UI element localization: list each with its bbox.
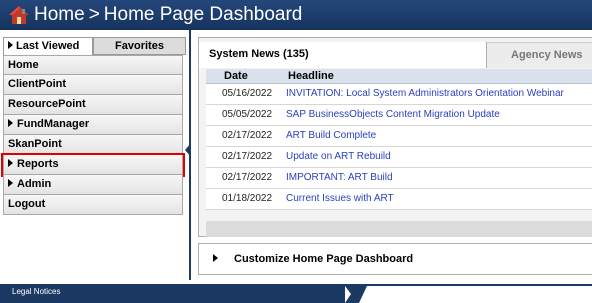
news-date: 02/17/2022 <box>206 146 284 168</box>
sidebar-item-admin[interactable]: Admin <box>3 175 183 195</box>
home-icon[interactable] <box>8 5 30 25</box>
column-header-headline[interactable]: Headline <box>284 69 592 84</box>
table-row: 02/17/2022 Update on ART Rebuild <box>206 146 592 168</box>
sidebar-item-home[interactable]: Home <box>3 55 183 75</box>
table-header-row: Date Headline <box>206 69 592 84</box>
tab-agency-news[interactable]: Agency News (2) <box>487 42 592 85</box>
news-headline-link[interactable]: ART Build Complete <box>284 125 592 147</box>
news-headline-link[interactable]: INVITATION: Local System Administrators … <box>284 83 592 105</box>
sidebar-item-label: FundManager <box>17 118 90 130</box>
expand-arrow-icon <box>8 159 13 167</box>
customize-dashboard-label: Customize Home Page Dashboard <box>234 253 414 265</box>
news-headline-link[interactable]: IMPORTANT: ART Build <box>284 167 592 189</box>
news-headline-link[interactable]: SAP BusinessObjects Content Migration Up… <box>284 104 592 126</box>
sidebar-item-clientpoint[interactable]: ClientPoint <box>3 75 183 95</box>
news-tabs: System News (135) Agency News (2) <box>199 38 592 85</box>
sidebar-item-label: Admin <box>17 178 52 190</box>
table-row: 01/18/2022 Current Issues with ART <box>206 188 592 210</box>
news-table: Date Headline 05/16/2022 INVITATION: Loc… <box>206 69 592 210</box>
sidebar-item-label: Logout <box>8 198 46 210</box>
main-content: System News (135) Agency News (2) Date H… <box>192 30 592 280</box>
news-headline-link[interactable]: Update on ART Rebuild <box>284 146 592 168</box>
sidebar-item-resourcepoint[interactable]: ResourcePoint <box>3 95 183 115</box>
sidebar-tabs: Last Viewed Favorites <box>3 37 186 55</box>
sidebar-item-label: SkanPoint <box>8 138 62 150</box>
sidebar-item-label: ClientPoint <box>8 78 67 90</box>
expand-arrow-icon <box>8 179 13 187</box>
tab-last-viewed-label: Last Viewed <box>16 40 80 52</box>
sidebar-item-label: Reports <box>17 158 59 170</box>
tab-last-viewed[interactable]: Last Viewed <box>3 37 93 55</box>
sidebar-item-fundmanager[interactable]: FundManager <box>3 115 183 135</box>
column-header-date[interactable]: Date <box>206 69 284 84</box>
page-footer: Legal Notices <box>0 284 592 303</box>
sidebar-divider[interactable] <box>189 30 191 280</box>
tab-favorites[interactable]: Favorites <box>93 37 186 55</box>
sidebar-nav: Home ClientPoint ResourcePoint FundManag… <box>1 55 185 215</box>
sidebar-item-label: ResourcePoint <box>8 98 86 110</box>
news-panel: System News (135) Agency News (2) Date H… <box>198 37 592 237</box>
news-table-footer <box>206 221 592 237</box>
breadcrumb: Home > Home Page Dashboard <box>34 4 302 26</box>
sidebar-item-skanpoint[interactable]: SkanPoint <box>3 135 183 155</box>
sidebar-item-reports[interactable]: Reports <box>1 153 185 177</box>
sidebar: Last Viewed Favorites Home ClientPoint R… <box>0 30 191 280</box>
news-date: 01/18/2022 <box>206 188 284 210</box>
footer-decoration <box>345 286 592 303</box>
table-row: 05/05/2022 SAP BusinessObjects Content M… <box>206 104 592 126</box>
tab-system-news[interactable]: System News (135) <box>199 42 487 68</box>
news-date: 02/17/2022 <box>206 125 284 147</box>
page-header: Home > Home Page Dashboard <box>0 0 592 30</box>
table-row: 02/17/2022 ART Build Complete <box>206 125 592 147</box>
expand-arrow-icon <box>213 254 218 262</box>
breadcrumb-separator: > <box>88 4 100 25</box>
table-row: 02/17/2022 IMPORTANT: ART Build <box>206 167 592 189</box>
sidebar-item-label: Home <box>8 59 39 71</box>
breadcrumb-home[interactable]: Home <box>34 4 85 25</box>
news-date: 02/17/2022 <box>206 167 284 189</box>
news-date: 05/05/2022 <box>206 104 284 126</box>
expand-arrow-icon <box>8 41 13 49</box>
page-title: Home Page Dashboard <box>103 4 303 25</box>
news-date: 05/16/2022 <box>206 83 284 105</box>
table-row: 05/16/2022 INVITATION: Local System Admi… <box>206 83 592 105</box>
news-headline-link[interactable]: Current Issues with ART <box>284 188 592 210</box>
expand-arrow-icon <box>8 119 13 127</box>
customize-dashboard-section[interactable]: Customize Home Page Dashboard <box>198 243 592 275</box>
legal-notices-link[interactable]: Legal Notices <box>12 286 60 298</box>
sidebar-item-logout[interactable]: Logout <box>3 195 183 215</box>
